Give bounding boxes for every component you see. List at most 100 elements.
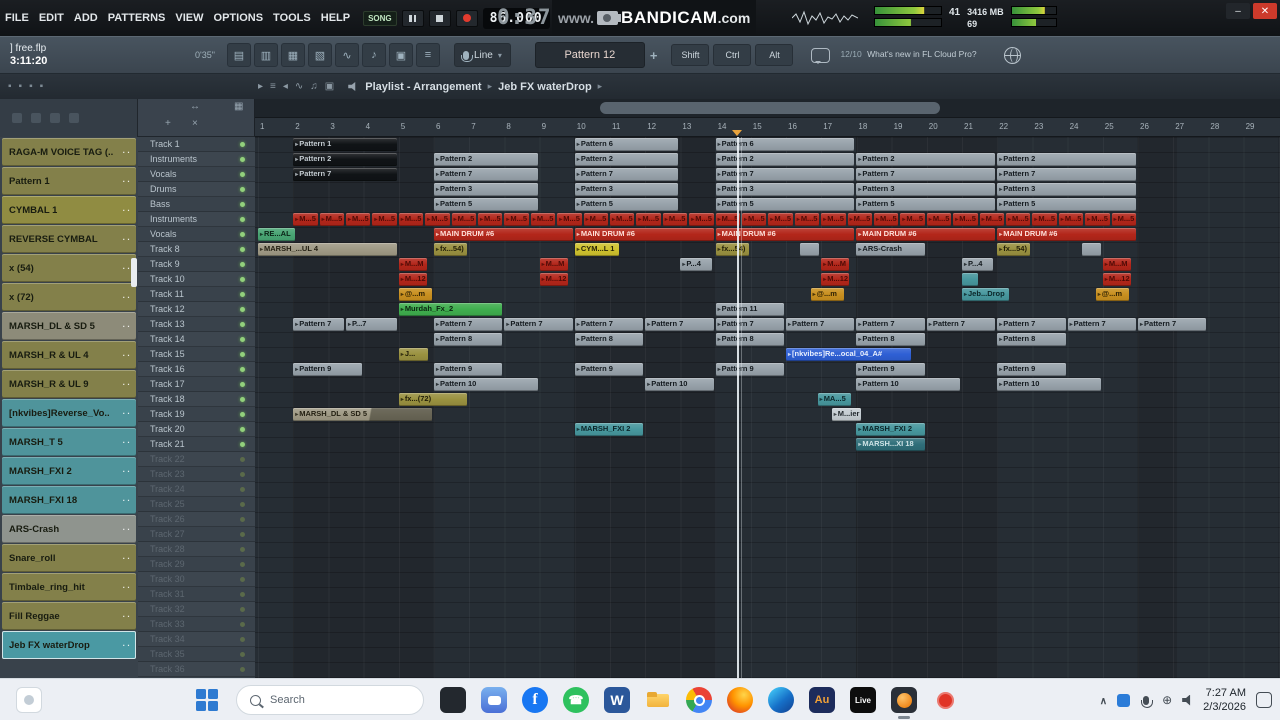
- clip-Pattern 7[interactable]: Pattern 7: [856, 318, 925, 331]
- track-led[interactable]: [240, 292, 245, 297]
- channel-pan-knobs[interactable]: ··: [123, 641, 132, 650]
- cut-tool-icon[interactable]: ◂: [283, 81, 288, 92]
- clip-Pattern 8[interactable]: Pattern 8: [434, 333, 503, 346]
- taskbar-app-facebook[interactable]: f: [522, 687, 548, 713]
- clip-Pattern 8[interactable]: Pattern 8: [715, 333, 784, 346]
- note-tool-icon[interactable]: ♫: [310, 81, 318, 92]
- clip-M...5[interactable]: M...5: [689, 213, 714, 226]
- menu-item-edit[interactable]: EDIT: [34, 12, 69, 24]
- clip-Pattern 7[interactable]: Pattern 7: [997, 168, 1136, 181]
- clip-MA...5[interactable]: MA...5: [817, 393, 851, 406]
- clip-M...5[interactable]: M...5: [319, 213, 344, 226]
- clip-Pattern 9[interactable]: Pattern 9: [574, 363, 644, 376]
- taskbar-app-folder[interactable]: [645, 687, 671, 713]
- track-row-5[interactable]: Bass: [138, 197, 255, 212]
- track-row-28[interactable]: Track 28: [138, 542, 255, 557]
- clip-Pattern 9[interactable]: Pattern 9: [434, 363, 503, 376]
- clip-unnamed[interactable]: [1081, 243, 1101, 256]
- detach-icon[interactable]: ▪: [29, 81, 33, 92]
- clip-M...5[interactable]: M...5: [821, 213, 846, 226]
- clip-M...5[interactable]: M...5: [478, 213, 503, 226]
- channel-item-1[interactable]: RAGA-M VOICE TAG (.. ··: [2, 138, 136, 166]
- channel-item-5[interactable]: x (54) ··: [2, 254, 136, 282]
- clip-M...5[interactable]: M...5: [346, 213, 371, 226]
- channel-pan-knobs[interactable]: ··: [123, 322, 132, 331]
- taskbar-app-dark[interactable]: [440, 687, 466, 713]
- clip-Pattern 7[interactable]: Pattern 7: [926, 318, 996, 331]
- taskbar-app-edge[interactable]: [768, 687, 794, 713]
- track-row-4[interactable]: Drums: [138, 182, 255, 197]
- channel-pan-knobs[interactable]: ··: [123, 583, 132, 592]
- clip-[nkvibes]Re...ocal_04_A#[interactable]: [nkvibes]Re...ocal_04_A#: [786, 348, 911, 361]
- horizontal-scrollbar[interactable]: [255, 99, 1280, 118]
- clip-M...5[interactable]: M...5: [662, 213, 688, 226]
- clip-M...5[interactable]: M...5: [398, 213, 424, 226]
- browser-icon[interactable]: ▥: [253, 43, 278, 67]
- clip-Pattern 7[interactable]: Pattern 7: [434, 318, 503, 331]
- channel-scrollbar-thumb[interactable]: [131, 258, 137, 287]
- channel-item-9[interactable]: MARSH_R & UL 9 ··: [2, 370, 136, 398]
- clip-M...5[interactable]: M...5: [557, 213, 582, 226]
- track-row-1[interactable]: Track 1: [138, 137, 255, 152]
- pause-button[interactable]: [401, 9, 424, 27]
- track-row-7[interactable]: Vocals: [138, 227, 255, 242]
- track-row-22[interactable]: Track 22: [138, 452, 255, 467]
- record-button[interactable]: [455, 9, 478, 27]
- clip-@...m[interactable]: @...m: [398, 288, 432, 301]
- start-button[interactable]: [196, 689, 218, 711]
- pointer-tool-icon[interactable]: ▸: [258, 81, 263, 92]
- track-led[interactable]: [240, 442, 245, 447]
- track-led[interactable]: [240, 352, 245, 357]
- track-led[interactable]: [240, 307, 245, 312]
- taskbar-app-firefox[interactable]: [727, 687, 753, 713]
- clip-M...5[interactable]: M...5: [979, 213, 1004, 226]
- panel-icon[interactable]: ▣: [388, 43, 413, 67]
- track-led[interactable]: [240, 157, 245, 162]
- track-row-14[interactable]: Track 14: [138, 332, 255, 347]
- track-row-25[interactable]: Track 25: [138, 497, 255, 512]
- clip-MARSH_DL & SD 5[interactable]: MARSH_DL & SD 5: [293, 408, 432, 421]
- channel-pan-knobs[interactable]: ··: [123, 525, 132, 534]
- clip-M...5[interactable]: M...5: [1085, 213, 1110, 226]
- clip-fx...54)[interactable]: fx...54): [715, 243, 749, 256]
- clip-Pattern 8[interactable]: Pattern 8: [574, 333, 644, 346]
- notes-icon[interactable]: ♪: [361, 43, 386, 67]
- clip-M...5[interactable]: M...5: [425, 213, 450, 226]
- clip-M...M[interactable]: M...M: [398, 258, 427, 271]
- clip-M...5[interactable]: M...5: [583, 213, 608, 226]
- track-row-23[interactable]: Track 23: [138, 467, 255, 482]
- track-row-11[interactable]: Track 11: [138, 287, 255, 302]
- menu-item-view[interactable]: VIEW: [170, 12, 208, 24]
- list-icon[interactable]: ≡: [415, 43, 440, 67]
- track-row-15[interactable]: Track 15: [138, 347, 255, 362]
- track-row-2[interactable]: Instruments: [138, 152, 255, 167]
- track-led[interactable]: [240, 427, 245, 432]
- layers-icon[interactable]: ▧: [307, 43, 332, 67]
- clip-Pattern 7[interactable]: Pattern 7: [293, 168, 397, 181]
- track-row-29[interactable]: Track 29: [138, 557, 255, 572]
- channel-pan-knobs[interactable]: ··: [123, 293, 132, 302]
- channel-pan-knobs[interactable]: ··: [123, 496, 132, 505]
- playlist-grid[interactable]: Pattern 1Pattern 6Pattern 6Pattern 2Patt…: [255, 137, 1280, 678]
- track-led[interactable]: [240, 367, 245, 372]
- track-led[interactable]: [240, 667, 245, 672]
- track-led[interactable]: [240, 187, 245, 192]
- track-led[interactable]: [240, 472, 245, 477]
- clip-Pattern 10[interactable]: Pattern 10: [856, 378, 960, 391]
- channel-item-17[interactable]: Fill Reggae ··: [2, 602, 136, 630]
- channel-pan-knobs[interactable]: ··: [123, 467, 132, 476]
- clip-Pattern 5[interactable]: Pattern 5: [434, 198, 538, 211]
- clip-Pattern 7[interactable]: Pattern 7: [293, 318, 344, 331]
- track-row-12[interactable]: Track 12: [138, 302, 255, 317]
- clip-Pattern 2[interactable]: Pattern 2: [856, 153, 996, 166]
- clip-M...ier[interactable]: M...ier: [831, 408, 862, 421]
- clip-Pattern 3[interactable]: Pattern 3: [574, 183, 679, 196]
- channel-pan-knobs[interactable]: ··: [123, 148, 132, 157]
- taskbar-app-chat[interactable]: [481, 687, 507, 713]
- track-row-31[interactable]: Track 31: [138, 587, 255, 602]
- clip-M...5[interactable]: M...5: [636, 213, 661, 226]
- clip-M...5[interactable]: M...5: [953, 213, 978, 226]
- move-icon[interactable]: [190, 101, 200, 112]
- clip-Pattern 9[interactable]: Pattern 9: [997, 363, 1066, 376]
- clip-P...7[interactable]: P...7: [346, 318, 397, 331]
